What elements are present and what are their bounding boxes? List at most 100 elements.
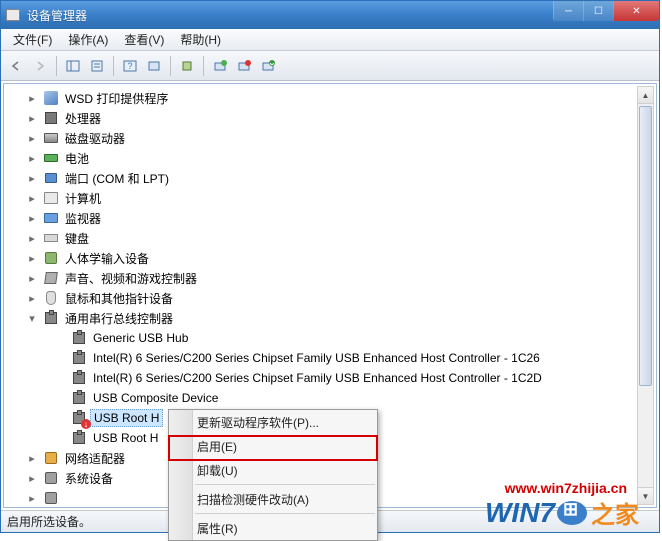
tree-node[interactable]: ▸WSD 打印提供程序 xyxy=(4,88,656,108)
menubar: 文件(F) 操作(A) 查看(V) 帮助(H) xyxy=(1,29,659,51)
tree-node-label: USB Composite Device xyxy=(90,390,221,406)
minimize-button[interactable]: ─ xyxy=(553,1,583,21)
tree-node-label: 鼠标和其他指针设备 xyxy=(62,289,176,308)
tree-node[interactable]: ▸ 电池 xyxy=(4,148,656,168)
expand-icon[interactable]: ▸ xyxy=(22,132,42,145)
tree-node-label: 通用串行总线控制器 xyxy=(62,309,176,328)
toolbar: ? xyxy=(1,51,659,81)
menu-scan-hardware[interactable]: 扫描检测硬件改动(A) xyxy=(169,487,377,511)
tree-node-label: 系统设备 xyxy=(62,469,116,488)
menu-properties[interactable]: 属性(R) xyxy=(169,516,377,540)
usb-device-icon xyxy=(70,370,88,386)
menu-help[interactable]: 帮助(H) xyxy=(172,29,229,50)
watermark-url: www.win7zhijia.cn xyxy=(505,480,627,496)
logo-main: WIN7 xyxy=(485,497,555,529)
separator xyxy=(113,56,114,76)
disk-icon xyxy=(42,130,60,146)
back-button[interactable] xyxy=(5,55,27,77)
tree-node[interactable]: ▾ 通用串行总线控制器 xyxy=(4,308,656,328)
menu-enable[interactable]: 启用(E) xyxy=(169,434,377,458)
expand-icon[interactable]: ▸ xyxy=(22,252,42,265)
logo-sub: 之家 xyxy=(591,495,639,530)
menu-file[interactable]: 文件(F) xyxy=(5,29,60,50)
expand-icon[interactable]: ▸ xyxy=(22,172,42,185)
help-button[interactable]: ? xyxy=(119,55,141,77)
window-buttons: ─ ☐ ✕ xyxy=(553,1,659,21)
expand-icon[interactable]: ▸ xyxy=(22,292,42,305)
sys-icon xyxy=(42,490,60,506)
separator xyxy=(56,56,57,76)
tree-node[interactable]: ▸ 计算机 xyxy=(4,188,656,208)
properties-button[interactable] xyxy=(86,55,108,77)
expand-icon[interactable]: ▸ xyxy=(22,232,42,245)
menu-action[interactable]: 操作(A) xyxy=(60,29,116,50)
maximize-button[interactable]: ☐ xyxy=(583,1,613,21)
update-driver-button[interactable] xyxy=(176,55,198,77)
tree-node[interactable]: ▸USB Composite Device xyxy=(4,388,656,408)
uninstall-button[interactable] xyxy=(233,55,255,77)
status-text: 启用所选设备。 xyxy=(7,513,91,530)
view-button[interactable] xyxy=(143,55,165,77)
hid-icon xyxy=(42,250,60,266)
tree-node[interactable]: ▸处理器 xyxy=(4,108,656,128)
forward-button[interactable] xyxy=(29,55,51,77)
usb-icon xyxy=(42,310,60,326)
close-button[interactable]: ✕ xyxy=(613,1,659,21)
scroll-down-button[interactable]: ▼ xyxy=(638,487,653,504)
net-icon xyxy=(42,450,60,466)
tree-node[interactable]: ▸Intel(R) 6 Series/C200 Series Chipset F… xyxy=(4,348,656,368)
tree-node-label: Intel(R) 6 Series/C200 Series Chipset Fa… xyxy=(90,350,543,366)
tree-node[interactable]: ▸ 人体学输入设备 xyxy=(4,248,656,268)
expand-icon[interactable]: ▸ xyxy=(22,92,42,105)
monitor-icon xyxy=(42,210,60,226)
expand-icon[interactable]: ▸ xyxy=(22,452,42,465)
tree-node-label: 电池 xyxy=(62,149,92,168)
windows-flag-icon xyxy=(557,501,587,525)
expand-icon[interactable]: ▸ xyxy=(22,492,42,505)
menu-uninstall[interactable]: 卸载(U) xyxy=(169,458,377,482)
usb-device-icon xyxy=(70,410,88,426)
app-icon xyxy=(5,7,21,23)
tree-node[interactable]: ▸ 磁盘驱动器 xyxy=(4,128,656,148)
usb-device-icon xyxy=(70,330,88,346)
tree-node-label xyxy=(62,497,68,499)
tree-node[interactable]: ▸Generic USB Hub xyxy=(4,328,656,348)
sound-icon xyxy=(42,270,60,286)
context-menu: 更新驱动程序软件(P)... 启用(E) 卸载(U) 扫描检测硬件改动(A) 属… xyxy=(168,409,378,541)
mouse-icon xyxy=(42,290,60,306)
tree-node-label: 网络适配器 xyxy=(62,449,128,468)
scroll-thumb[interactable] xyxy=(639,106,652,386)
menu-view[interactable]: 查看(V) xyxy=(116,29,172,50)
tree-node-label: 计算机 xyxy=(62,189,104,208)
menu-update-driver[interactable]: 更新驱动程序软件(P)... xyxy=(169,410,377,434)
separator xyxy=(203,56,204,76)
tree-node[interactable]: ▸ 鼠标和其他指针设备 xyxy=(4,288,656,308)
tree-node-label: Generic USB Hub xyxy=(90,330,191,346)
titlebar[interactable]: 设备管理器 ─ ☐ ✕ xyxy=(1,1,659,29)
vertical-scrollbar[interactable]: ▲ ▼ xyxy=(637,86,654,505)
usb-device-icon xyxy=(70,350,88,366)
tree-node[interactable]: ▸声音、视频和游戏控制器 xyxy=(4,268,656,288)
tree-node[interactable]: ▸端口 (COM 和 LPT) xyxy=(4,168,656,188)
scroll-up-button[interactable]: ▲ xyxy=(638,87,653,104)
computer-icon xyxy=(42,190,60,206)
expand-icon[interactable]: ▸ xyxy=(22,212,42,225)
tree-node-label: 人体学输入设备 xyxy=(62,249,152,268)
tree-node[interactable]: ▸Intel(R) 6 Series/C200 Series Chipset F… xyxy=(4,368,656,388)
menu-separator xyxy=(195,484,375,485)
tree-node-label: 磁盘驱动器 xyxy=(62,129,128,148)
tree-node-label: 键盘 xyxy=(62,229,92,248)
expand-icon[interactable]: ▸ xyxy=(22,152,42,165)
enable-button[interactable] xyxy=(209,55,231,77)
watermark-logo: WIN7 之家 xyxy=(485,495,639,530)
scan-hardware-button[interactable] xyxy=(257,55,279,77)
collapse-icon[interactable]: ▾ xyxy=(22,312,42,325)
expand-icon[interactable]: ▸ xyxy=(22,272,42,285)
expand-icon[interactable]: ▸ xyxy=(22,472,42,485)
usb-device-icon xyxy=(70,390,88,406)
expand-icon[interactable]: ▸ xyxy=(22,192,42,205)
tree-node[interactable]: ▸监视器 xyxy=(4,208,656,228)
tree-node[interactable]: ▸ 键盘 xyxy=(4,228,656,248)
show-hide-tree-button[interactable] xyxy=(62,55,84,77)
expand-icon[interactable]: ▸ xyxy=(22,112,42,125)
